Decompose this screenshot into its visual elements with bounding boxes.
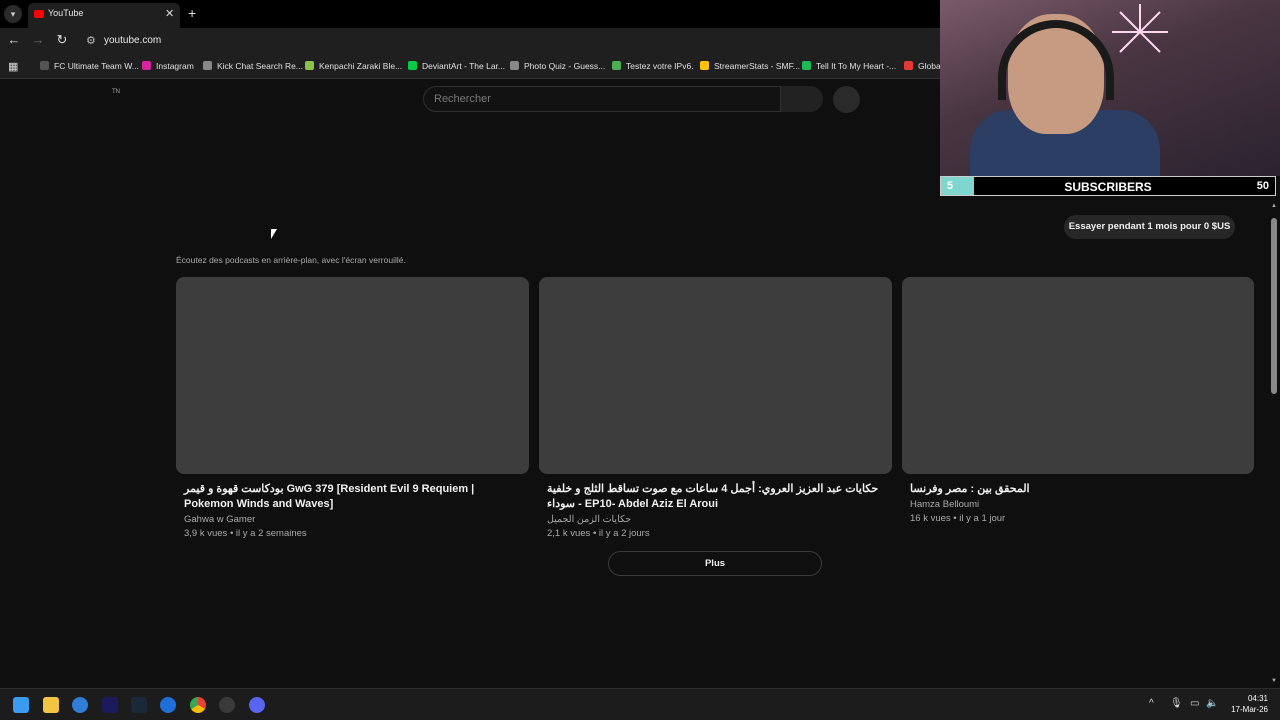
steam-icon[interactable] [131, 697, 147, 713]
app-icon[interactable] [160, 697, 176, 713]
video-thumbnail[interactable] [176, 277, 529, 474]
tab-title: YouTube [48, 8, 84, 18]
outlook-icon[interactable] [72, 697, 88, 713]
bookmarks-bar: ▦ FC Ultimate Team W... Instagram Kick C… [0, 54, 941, 79]
bookmark-item[interactable]: Photo Quiz - Guess... [510, 61, 605, 71]
video-thumbnail[interactable] [902, 277, 1254, 474]
network-icon[interactable]: ▭ [1190, 698, 1199, 709]
bookmark-item[interactable]: Kick Chat Search Re... [203, 61, 303, 71]
video-meta: 3,9 k vues • il y a 2 semaines [184, 528, 307, 539]
back-arrow-icon[interactable]: ← [6, 32, 22, 47]
video-thumbnail[interactable] [539, 277, 892, 474]
bookmark-favicon-icon [612, 61, 621, 70]
bookmark-item[interactable]: DeviantArt - The Lar... [408, 61, 505, 71]
video-meta: 16 k vues • il y a 1 jour [910, 513, 1006, 524]
video-meta: 2,1 k vues • il y a 2 jours [547, 528, 650, 539]
app-icon[interactable] [219, 697, 235, 713]
microphone-icon[interactable]: 🎙 [1170, 698, 1183, 709]
subscriber-goal-bar: 5 SUBSCRIBERS 50 [940, 176, 1276, 196]
scroll-up-icon[interactable]: ▲ [1271, 203, 1277, 209]
new-tab-button[interactable]: + [188, 5, 196, 21]
browser-toolbar: ← → ↻ ⚙ youtube.com [0, 28, 940, 54]
youtube-favicon-icon [34, 10, 44, 18]
bookmark-item[interactable]: Tell It To My Heart -... [802, 61, 896, 71]
volume-icon[interactable]: 🔈 [1206, 698, 1218, 709]
browser-tab-strip: ▾ YouTube ✕ + [0, 0, 940, 28]
headset-icon [998, 20, 1114, 100]
video-title[interactable]: بودكاست قهوة و قيمر GwG 379 [Resident Ev… [184, 482, 524, 512]
bookmark-item[interactable]: Kenpachi Zaraki Ble... [305, 61, 402, 71]
windows-taskbar: ^ 🎙 ▭ 🔈 04:31 17-Mar-26 [0, 688, 1280, 720]
bookmark-favicon-icon [305, 61, 314, 70]
bookmark-item[interactable]: Globa [904, 61, 941, 71]
led-light-icon [1112, 4, 1168, 53]
tray-chevron-icon[interactable]: ^ [1149, 698, 1154, 709]
discord-icon[interactable] [249, 697, 265, 713]
subscriber-label: SUBSCRIBERS [1064, 180, 1152, 194]
bookmark-favicon-icon [510, 61, 519, 70]
bookmark-favicon-icon [904, 61, 913, 70]
chrome-icon[interactable] [190, 697, 206, 713]
forward-arrow-icon[interactable]: → [30, 32, 46, 47]
tab-search-button[interactable]: ▾ [4, 5, 22, 23]
page-scrollbar[interactable] [1270, 196, 1278, 686]
instagram-icon [142, 61, 151, 70]
webcam-overlay [940, 0, 1280, 176]
file-explorer-icon[interactable] [43, 697, 59, 713]
video-title[interactable]: حكايات عبد العزيز العروي: أجمل 4 ساعات م… [547, 482, 887, 512]
url-text[interactable]: youtube.com [104, 35, 161, 46]
bookmark-favicon-icon [203, 61, 212, 70]
bookmark-item[interactable]: Testez votre IPv6. [612, 61, 694, 71]
search-button[interactable] [781, 86, 823, 112]
video-card-info: المحقق بين : مصر وفرنسا Hamza Belloumi 1… [910, 482, 1250, 524]
windows-start-icon[interactable] [13, 697, 29, 713]
bookmark-favicon-icon [40, 61, 49, 70]
deviantart-icon [408, 61, 417, 70]
promo-text: Écoutez des podcasts en arrière-plan, av… [176, 255, 406, 265]
channel-name[interactable]: Gahwa w Gamer [184, 514, 524, 525]
channel-name[interactable]: Hamza Belloumi [910, 499, 1250, 510]
bookmark-item[interactable]: StreamerStats - SMF... [700, 61, 800, 71]
video-card-info: بودكاست قهوة و قيمر GwG 379 [Resident Ev… [184, 482, 524, 539]
voice-search-button[interactable] [833, 86, 860, 113]
clock-time[interactable]: 04:31 [1248, 694, 1268, 703]
scroll-down-icon[interactable]: ▼ [1271, 678, 1277, 684]
bookmark-item[interactable]: FC Ultimate Team W... [40, 61, 139, 71]
subscriber-goal: 50 [1256, 180, 1269, 192]
premium-trial-button[interactable]: Essayer pendant 1 mois pour 0 $US [1064, 215, 1235, 239]
video-card-info: حكايات عبد العزيز العروي: أجمل 4 ساعات م… [547, 482, 887, 539]
address-bar[interactable]: ⚙ youtube.com [80, 30, 936, 52]
country-code: TN [112, 89, 120, 95]
premiere-pro-icon[interactable] [102, 697, 118, 713]
spotify-icon [802, 61, 811, 70]
mouse-cursor-icon [271, 229, 277, 239]
apps-grid-icon[interactable]: ▦ [8, 60, 18, 73]
tab-close-icon[interactable]: ✕ [165, 7, 174, 20]
show-more-button[interactable]: Plus [608, 551, 822, 576]
site-info-icon[interactable]: ⚙ [86, 34, 96, 47]
video-title[interactable]: المحقق بين : مصر وفرنسا [910, 482, 1250, 497]
reload-icon[interactable]: ↻ [54, 32, 70, 48]
search-placeholder: Rechercher [434, 93, 491, 105]
channel-name[interactable]: حكايات الزمن الجميل [547, 514, 887, 525]
scrollbar-thumb[interactable] [1271, 218, 1277, 394]
search-input[interactable]: Rechercher [423, 86, 781, 112]
bar-chart-icon [700, 61, 709, 70]
browser-tab[interactable]: YouTube ✕ [28, 3, 180, 28]
clock-date[interactable]: 17-Mar-26 [1231, 705, 1268, 714]
bookmark-item[interactable]: Instagram [142, 61, 194, 71]
